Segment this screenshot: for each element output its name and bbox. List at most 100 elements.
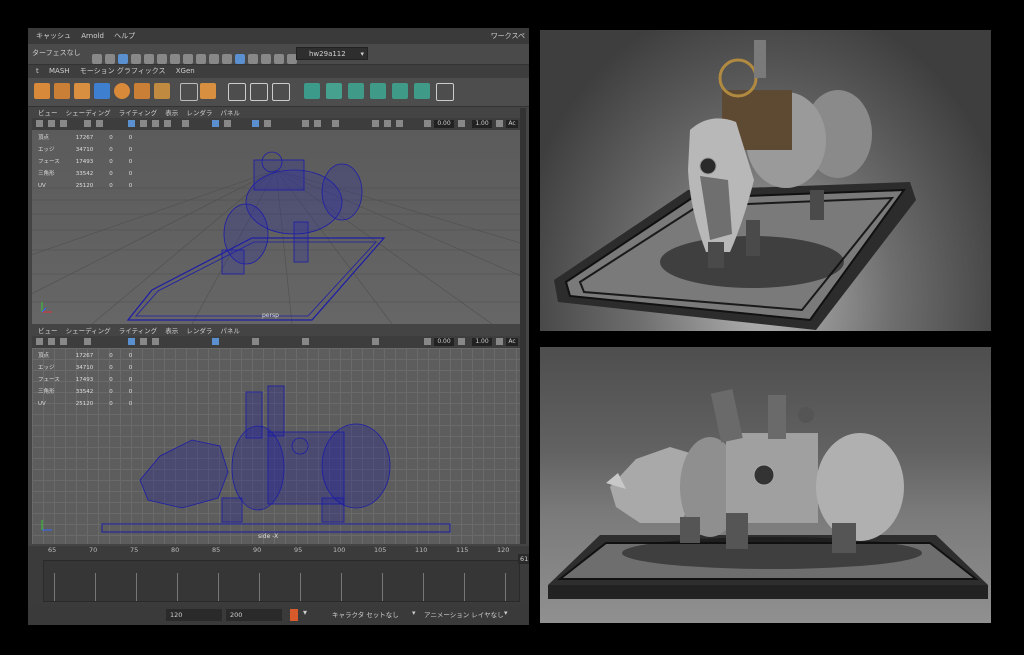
vp-menu-renderer[interactable]: レンダラ xyxy=(186,327,212,335)
gear-icon[interactable] xyxy=(424,120,431,127)
exposure-field[interactable]: 0.00 xyxy=(434,338,454,346)
wireframe-icon[interactable] xyxy=(128,338,135,345)
vp-menu-lighting[interactable]: ライティング xyxy=(119,109,157,117)
viewport-side[interactable]: ビュー シェーディング ライティング 表示 レンダラ パネル 0.00 1.00… xyxy=(32,326,520,544)
range-start-field[interactable]: 120 xyxy=(166,609,222,621)
timeline-track[interactable] xyxy=(43,560,520,602)
smooth-shade-icon[interactable] xyxy=(140,120,147,127)
menu-set-label[interactable]: ターフェスなし xyxy=(32,48,81,58)
wireframe-icon[interactable] xyxy=(128,120,135,127)
grid-toggle-icon[interactable] xyxy=(252,120,259,127)
lock-camera-icon[interactable] xyxy=(60,338,67,345)
snap-grid-icon[interactable] xyxy=(196,54,206,64)
viewport-canvas[interactable]: 頂点 17267 0 0 エッジ 34710 0 0 フェース 17493 0 0 三角形 3354… xyxy=(32,348,520,544)
vp-menu-view[interactable]: ビュー xyxy=(38,109,58,117)
exposure-field[interactable]: 0.00 xyxy=(434,120,454,128)
current-frame-field[interactable]: 61 xyxy=(518,554,529,564)
tab-mash[interactable]: MASH xyxy=(49,67,70,75)
vp-menu-panels[interactable]: パネル xyxy=(220,327,240,335)
range-end-field[interactable]: 200 xyxy=(226,609,282,621)
shelf-tools-icon[interactable] xyxy=(436,83,454,101)
textured-icon[interactable] xyxy=(152,338,159,345)
viewport-canvas[interactable]: 頂点 17267 0 0 エッジ 34710 0 0 フェース 17493 0 0 三角形 3354… xyxy=(32,130,520,324)
shelf-grid-icon[interactable] xyxy=(180,83,198,101)
gear-icon[interactable] xyxy=(424,338,431,345)
image-plane-icon[interactable] xyxy=(96,120,103,127)
character-set-field[interactable]: キャラクタ セットなし xyxy=(328,609,416,621)
tab-motion-graphics[interactable]: モーション グラフィックス xyxy=(80,67,166,75)
camera-icon[interactable] xyxy=(36,338,43,345)
undo-icon[interactable] xyxy=(131,54,141,64)
smooth-shade-icon[interactable] xyxy=(140,338,147,345)
gamma-field[interactable]: 1.00 xyxy=(472,120,492,128)
aa-icon[interactable] xyxy=(314,120,321,127)
save-scene-icon[interactable] xyxy=(118,54,128,64)
gamma-icon[interactable] xyxy=(396,120,403,127)
vp-menu-shading[interactable]: シェーディング xyxy=(66,109,111,117)
lights-icon[interactable] xyxy=(164,120,171,127)
view-transform-icon[interactable] xyxy=(496,338,503,345)
ipr-render-icon[interactable] xyxy=(261,54,271,64)
grid-toggle-icon[interactable] xyxy=(252,338,259,345)
tab-xgen[interactable]: XGen xyxy=(176,67,195,75)
menu-item-cache[interactable]: キャッシュ xyxy=(36,32,71,40)
menu-item-arnold[interactable]: Arnold xyxy=(81,32,104,40)
xray-icon[interactable] xyxy=(212,120,219,127)
render-view-icon[interactable] xyxy=(235,54,245,64)
lock-camera-icon[interactable] xyxy=(60,120,67,127)
exposure-icon[interactable] xyxy=(384,120,391,127)
select-camera-icon[interactable] xyxy=(48,338,55,345)
gamma-field[interactable]: 1.00 xyxy=(472,338,492,346)
hud-icon[interactable] xyxy=(264,120,271,127)
bookmark-icon[interactable] xyxy=(84,120,91,127)
snap-point-icon[interactable] xyxy=(222,54,232,64)
tab-t[interactable]: t xyxy=(36,67,39,75)
workspace-label[interactable]: ワークスペ xyxy=(491,28,525,44)
vp-menu-show[interactable]: 表示 xyxy=(165,109,178,117)
chevron-down-icon[interactable]: ▾ xyxy=(412,609,416,617)
gamma-toggle-icon[interactable] xyxy=(458,120,465,127)
shelf-sphere-icon[interactable] xyxy=(114,83,130,99)
vp-menu-show[interactable]: 表示 xyxy=(165,327,178,335)
new-scene-icon[interactable] xyxy=(92,54,102,64)
select-camera-icon[interactable] xyxy=(48,120,55,127)
view-transform-field[interactable]: Ac xyxy=(506,120,518,128)
color-mgmt-icon[interactable] xyxy=(372,120,379,127)
gamma-toggle-icon[interactable] xyxy=(458,338,465,345)
shelf-curve-icon[interactable] xyxy=(134,83,150,99)
ao-icon[interactable] xyxy=(302,338,309,345)
vp-menu-lighting[interactable]: ライティング xyxy=(119,327,157,335)
open-scene-icon[interactable] xyxy=(105,54,115,64)
shelf-hair-icon[interactable] xyxy=(348,83,364,99)
shelf-brush-icon[interactable] xyxy=(392,83,408,99)
isolate-icon[interactable] xyxy=(224,120,231,127)
select-object-icon[interactable] xyxy=(170,54,180,64)
bookmark-icon[interactable] xyxy=(84,338,91,345)
view-transform-icon[interactable] xyxy=(496,120,503,127)
viewport-persp[interactable]: ビュー シェーディング ライティング 表示 レンダラ パネル 0.00 1.00… xyxy=(32,108,520,324)
shelf-frame-icon[interactable] xyxy=(250,83,268,101)
shelf-cube-icon[interactable] xyxy=(34,83,50,99)
shelf-scatter-icon[interactable] xyxy=(74,83,90,99)
shelf-fur-icon[interactable] xyxy=(370,83,386,99)
shelf-distribute-icon[interactable] xyxy=(154,83,170,99)
shelf-network-icon[interactable] xyxy=(200,83,216,99)
scene-field[interactable]: hw29a112 ▾ xyxy=(296,47,368,60)
vp-menu-renderer[interactable]: レンダラ xyxy=(186,109,212,117)
camera-icon[interactable] xyxy=(36,120,43,127)
snap-curve-icon[interactable] xyxy=(209,54,219,64)
shelf-mash-icon[interactable] xyxy=(94,83,110,99)
shelf-instance-icon[interactable] xyxy=(54,83,70,99)
anim-layer-field[interactable]: アニメーション レイヤなし xyxy=(420,609,506,621)
vp-menu-view[interactable]: ビュー xyxy=(38,327,58,335)
vp-menu-shading[interactable]: シェーディング xyxy=(66,327,111,335)
pause-icon[interactable] xyxy=(274,54,284,64)
menu-item-help[interactable]: ヘルプ xyxy=(114,32,135,40)
textured-icon[interactable] xyxy=(152,120,159,127)
xray-icon[interactable] xyxy=(212,338,219,345)
ao-icon[interactable] xyxy=(302,120,309,127)
shelf-xgen-icon[interactable] xyxy=(304,83,320,99)
shelf-pencil-icon[interactable] xyxy=(228,83,246,101)
chevron-down-icon[interactable]: ▾ xyxy=(360,48,364,61)
chevron-down-icon[interactable]: ▾ xyxy=(504,609,508,617)
